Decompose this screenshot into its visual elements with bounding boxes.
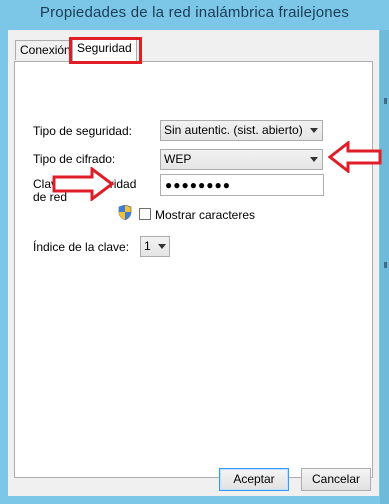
chevron-down-icon	[310, 128, 318, 133]
annotation-arrow-right-icon	[52, 167, 114, 201]
security-type-value: Sin autentic. (sist. abierto)	[164, 123, 303, 137]
key-index-label: Índice de la clave:	[33, 240, 130, 254]
background-marker	[384, 98, 387, 104]
title-bar[interactable]: Propiedades de la red inalámbrica fraile…	[0, 0, 389, 30]
background-marker	[384, 262, 387, 268]
network-key-input[interactable]: ●●●●●●●●	[160, 174, 324, 196]
key-index-value: 1	[144, 239, 151, 253]
security-panel: Tipo de seguridad: Sin autentic. (sist. …	[14, 61, 373, 478]
cancel-button[interactable]: Cancelar	[301, 468, 371, 491]
security-type-label: Tipo de seguridad:	[33, 124, 132, 138]
dialog-window: Propiedades de la red inalámbrica fraile…	[0, 0, 389, 504]
dialog-client-area: Conexión Seguridad Tipo de seguridad: Si…	[8, 30, 379, 496]
tab-conexion[interactable]: Conexión	[15, 40, 71, 60]
accept-button[interactable]: Aceptar	[219, 468, 289, 491]
security-type-select[interactable]: Sin autentic. (sist. abierto)	[160, 120, 323, 141]
cipher-type-select[interactable]: WEP	[160, 149, 323, 170]
annotation-arrow-left-icon	[328, 141, 382, 173]
shield-icon	[118, 204, 132, 223]
window-title: Propiedades de la red inalámbrica fraile…	[39, 4, 350, 21]
cipher-type-label: Tipo de cifrado:	[33, 152, 116, 166]
chevron-down-icon	[310, 157, 318, 162]
cipher-type-value: WEP	[164, 152, 192, 166]
annotation-highlight-box	[69, 37, 142, 64]
key-index-select[interactable]: 1	[140, 236, 170, 257]
show-characters-label[interactable]: Mostrar caracteres	[155, 208, 255, 222]
chevron-down-icon	[158, 244, 166, 249]
show-characters-checkbox[interactable]	[139, 208, 151, 220]
